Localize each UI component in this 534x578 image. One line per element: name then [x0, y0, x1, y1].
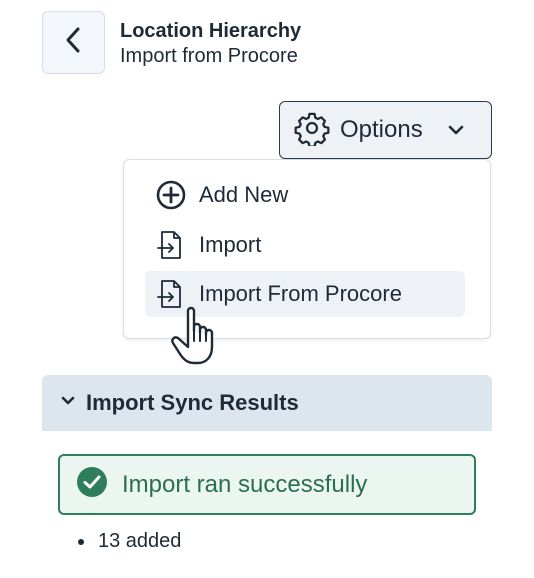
menu-item-label: Import From Procore [199, 281, 402, 306]
menu-item-add-new[interactable]: Add New [145, 172, 465, 218]
plus-circle-icon [155, 179, 187, 211]
list-item: 13 added [78, 530, 181, 553]
page-header: Location Hierarchy Import from Procore [120, 20, 301, 69]
result-text: 13 added [98, 530, 182, 552]
section-title: Import Sync Results [86, 390, 299, 415]
gear-icon [294, 110, 330, 151]
chevron-down-icon [60, 394, 76, 412]
check-circle-icon [76, 466, 108, 503]
options-button[interactable]: Options [279, 101, 492, 159]
success-alert: Import ran successfully [58, 454, 476, 515]
success-message: Import ran successfully [122, 470, 368, 498]
bullet [78, 538, 84, 545]
hand-cursor-icon [168, 305, 222, 372]
result-list: 13 added [78, 530, 181, 553]
page-subtitle: Import from Procore [120, 45, 298, 67]
menu-item-label: Add New [199, 182, 289, 207]
file-import-icon [155, 229, 187, 261]
chevron-down-icon [447, 124, 465, 136]
options-label: Options [340, 116, 423, 143]
page-title: Location Hierarchy [120, 20, 302, 42]
back-button[interactable] [42, 11, 105, 74]
menu-item-import[interactable]: Import [145, 222, 465, 268]
chevron-left-icon [63, 26, 85, 59]
menu-item-label: Import [199, 232, 262, 257]
import-sync-results-header[interactable]: Import Sync Results [42, 375, 492, 431]
